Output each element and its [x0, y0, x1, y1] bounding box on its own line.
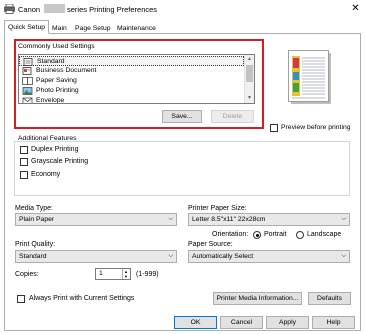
- economy-checkbox[interactable]: [20, 171, 28, 179]
- always-print-checkbox[interactable]: [17, 295, 25, 303]
- window-title-suffix: series Printing Preferences: [67, 5, 158, 14]
- list-item-label: Paper Saving: [36, 77, 77, 84]
- ok-button[interactable]: OK: [174, 316, 217, 329]
- portrait-radio[interactable]: [253, 231, 261, 239]
- save-button[interactable]: Save...: [162, 110, 202, 123]
- preview-before-printing-label: Preview before printing: [281, 124, 351, 131]
- tab-maintenance[interactable]: Maintenance: [113, 22, 160, 34]
- scroll-up-icon[interactable]: ▲: [245, 55, 254, 64]
- spin-down-icon[interactable]: ▼: [124, 274, 128, 279]
- envelope-icon: [22, 97, 33, 103]
- print-quality-value: Standard: [19, 253, 47, 260]
- printer-paper-size-value: Letter 8.5"x11" 22x28cm: [192, 216, 266, 223]
- scroll-thumb[interactable]: [246, 65, 253, 82]
- scroll-down-icon[interactable]: ▼: [245, 94, 254, 103]
- grayscale-printing-label: Grayscale Printing: [31, 158, 89, 165]
- tab-quick-setup[interactable]: Quick Setup: [4, 20, 50, 34]
- print-quality-select[interactable]: Standard ⌵: [15, 250, 177, 263]
- printer-icon: [4, 4, 15, 14]
- help-button[interactable]: Help: [312, 316, 355, 329]
- business-document-icon: [22, 67, 32, 75]
- copies-value: 1: [99, 270, 103, 277]
- always-print-label: Always Print with Current Settings: [29, 295, 135, 302]
- printer-paper-size-select[interactable]: Letter 8.5"x11" 22x28cm ⌵: [188, 213, 350, 226]
- defaults-button[interactable]: Defaults: [308, 292, 351, 305]
- print-quality-label: Print Quality:: [15, 241, 56, 248]
- list-scrollbar[interactable]: ▲ ▼: [244, 55, 254, 103]
- media-type-label: Media Type:: [15, 205, 54, 212]
- grayscale-printing-checkbox[interactable]: [20, 158, 28, 166]
- copies-stepper[interactable]: 1 ▲ ▼: [95, 268, 131, 280]
- commonly-used-label: Commonly Used Settings: [18, 43, 95, 50]
- list-item-label: Business Document: [36, 67, 97, 74]
- preview-before-printing-checkbox[interactable]: [270, 124, 278, 132]
- landscape-label: Landscape: [307, 231, 342, 238]
- window-title-prefix: Canon: [18, 5, 41, 14]
- cancel-button[interactable]: Cancel: [220, 316, 263, 329]
- paper-source-value: Automatically Select: [192, 253, 254, 260]
- printer-paper-size-label: Printer Paper Size:: [188, 205, 247, 212]
- copies-label: Copies:: [15, 271, 39, 278]
- chevron-down-icon: ⌵: [341, 216, 346, 222]
- standard-icon: [23, 58, 33, 66]
- paper-saving-icon: [22, 77, 33, 85]
- chevron-down-icon: ⌵: [168, 216, 173, 222]
- economy-label: Economy: [31, 171, 61, 178]
- list-item-paper-saving[interactable]: Paper Saving: [19, 76, 244, 86]
- landscape-radio[interactable]: [296, 231, 304, 239]
- media-type-value: Plain Paper: [19, 216, 55, 223]
- list-item-standard[interactable]: Standard: [19, 56, 244, 66]
- copies-spin-buttons[interactable]: ▲ ▼: [122, 269, 130, 279]
- orientation-label: Orientation:: [212, 231, 249, 238]
- copies-range: (1-999): [136, 271, 159, 278]
- close-button[interactable]: ✕: [349, 2, 362, 15]
- duplex-printing-checkbox[interactable]: [20, 146, 28, 154]
- list-item-photo-printing[interactable]: Photo Printing: [19, 86, 244, 96]
- media-type-select[interactable]: Plain Paper ⌵: [15, 213, 177, 226]
- duplex-printing-label: Duplex Printing: [31, 146, 79, 153]
- list-item-business-document[interactable]: Business Document: [19, 66, 244, 76]
- photo-printing-icon: [22, 87, 33, 95]
- list-item-label: Envelope: [36, 97, 65, 104]
- list-item-label: Photo Printing: [36, 87, 79, 94]
- portrait-label: Portrait: [264, 231, 287, 238]
- paper-source-select[interactable]: Automatically Select ⌵: [188, 250, 350, 263]
- list-item-envelope[interactable]: Envelope: [19, 96, 244, 104]
- chevron-down-icon: ⌵: [341, 253, 346, 259]
- apply-button[interactable]: Apply: [266, 316, 309, 329]
- paper-source-label: Paper Source:: [188, 241, 233, 248]
- printer-media-information-button[interactable]: Printer Media Information...: [213, 292, 302, 305]
- page-preview-image: [288, 50, 331, 104]
- redacted-model-name: [44, 4, 65, 13]
- delete-button[interactable]: Delete: [211, 110, 254, 123]
- commonly-used-list[interactable]: Standard Business Document Paper Saving …: [18, 54, 255, 104]
- tab-page-setup[interactable]: Page Setup: [71, 22, 115, 34]
- tab-main[interactable]: Main: [48, 22, 71, 34]
- chevron-down-icon: ⌵: [168, 253, 173, 259]
